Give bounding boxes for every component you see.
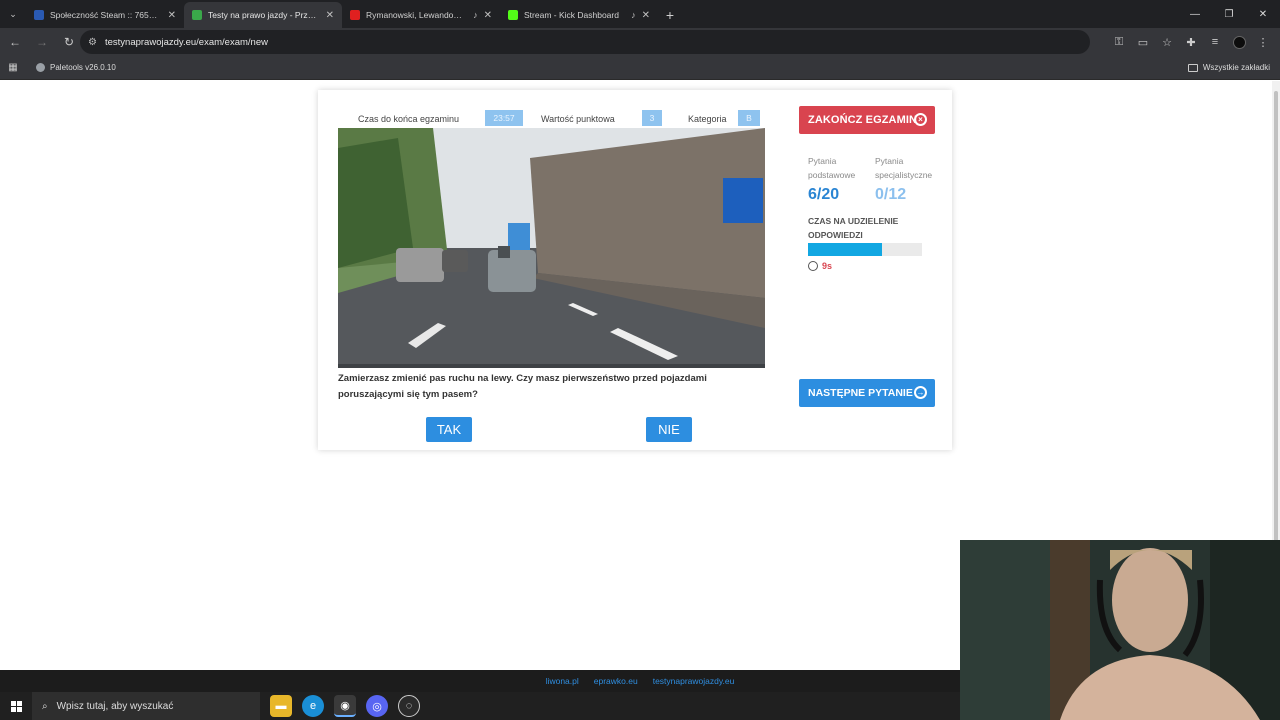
question-photo — [338, 128, 765, 368]
taskbar-search-placeholder: Wpisz tutaj, aby wyszukać — [56, 700, 174, 712]
road-scene-image — [338, 128, 765, 368]
file-explorer-icon[interactable]: ▬ — [270, 695, 292, 717]
tab-close-icon[interactable]: ✕ — [168, 10, 176, 21]
answer-seconds: 9s — [808, 261, 832, 271]
bookmarks-bar: ▦ Paletools v26.0.10 Wszystkie zakładki — [0, 56, 1280, 80]
footer-link[interactable]: eprawko.eu — [594, 676, 638, 686]
bookmark-star-icon[interactable]: ☆ — [1156, 31, 1178, 53]
tab-audio-icon[interactable]: ♪ — [631, 10, 636, 20]
browser-tab[interactable]: Rymanowski, Lewandowski ♪ ✕ — [342, 2, 500, 28]
browser-tab-bar: ⌄ Społeczność Steam :: 76561198 ✕ Testy na… — [0, 0, 1280, 28]
points-value: 3 — [642, 110, 662, 126]
edge-icon[interactable]: e — [302, 695, 324, 717]
extensions-icon[interactable]: ✚ — [1180, 31, 1202, 53]
next-question-label: NASTĘPNE PYTANIE — [808, 387, 913, 399]
url-text: testynaprawojazdy.eu/exam/exam/new — [104, 36, 268, 48]
all-bookmarks-button[interactable]: Wszystkie zakładki — [1187, 63, 1270, 72]
tab-audio-icon[interactable]: ♪ — [473, 10, 478, 20]
tab-favicon-icon — [508, 10, 518, 20]
category-label: Kategoria — [688, 114, 727, 124]
footer-link[interactable]: testynaprawojazdy.eu — [653, 676, 735, 686]
tab-search-button[interactable]: ⌄ — [0, 0, 26, 28]
webcam-overlay — [960, 540, 1280, 720]
basic-questions-label: Pytania podstawowe — [808, 156, 856, 180]
bookmark-label: Paletools v26.0.10 — [50, 63, 116, 72]
webcam-image — [960, 540, 1280, 720]
answer-time-progress — [808, 243, 922, 256]
forward-icon[interactable]: → — [30, 30, 54, 54]
answer-time-label: CZAS NA UDZIELENIE ODPOWIEDZI — [808, 216, 899, 240]
back-icon[interactable]: ← — [3, 30, 27, 54]
all-bookmarks-label: Wszystkie zakładki — [1202, 63, 1270, 72]
taskbar-search[interactable]: ⌕ Wpisz tutaj, aby wyszukać — [32, 692, 260, 720]
finish-exam-label: ZAKOŃCZ EGZAMIN — [808, 114, 918, 126]
tab-close-icon[interactable]: ✕ — [484, 10, 492, 21]
clock-icon — [808, 261, 818, 271]
yes-button[interactable]: TAK — [426, 417, 472, 442]
browser-toolbar: ← → ↻ ⚙ testynaprawojazdy.eu/exam/exam/n… — [0, 28, 1280, 56]
question-text: Zamierzasz zmienić pas ruchu na lewy. Cz… — [338, 373, 707, 400]
answer-seconds-value: 9s — [822, 261, 833, 271]
special-questions-label: Pytania specjalistyczne — [875, 156, 933, 180]
close-window-icon[interactable]: ✕ — [1246, 0, 1280, 28]
discord-icon[interactable]: ◎ — [366, 695, 388, 717]
tab-favicon-icon — [34, 10, 44, 20]
reload-icon[interactable]: ↻ — [57, 30, 81, 54]
restore-icon[interactable]: ❐ — [1212, 0, 1246, 28]
obs-icon[interactable]: ◌ — [398, 695, 420, 717]
minimize-icon[interactable]: — — [1178, 0, 1212, 28]
new-tab-button[interactable]: + — [658, 2, 682, 28]
menu-icon[interactable]: ⋮ — [1252, 31, 1274, 53]
special-questions-count: 0/12 — [875, 186, 907, 203]
browser-tab[interactable]: Testy na prawo jazdy - Przygoto ✕ — [184, 2, 342, 28]
answer-time-progress-fill — [808, 243, 883, 256]
tab-title: Społeczność Steam :: 76561198 — [50, 10, 162, 20]
tab-title: Stream - Kick Dashboard — [524, 10, 619, 20]
site-info-icon[interactable]: ⚙ — [88, 37, 97, 48]
apps-grid-icon[interactable]: ▦ — [0, 62, 26, 73]
footer-link[interactable]: liwona.pl — [546, 676, 579, 686]
next-question-button[interactable]: NASTĘPNE PYTANIE → — [799, 379, 935, 407]
time-remaining-label: Czas do końca egzaminu — [358, 114, 460, 124]
taskbar-apps: ▬ e ◉ ◎ ◌ — [270, 695, 420, 717]
media-control-icon[interactable]: ≡ — [1204, 31, 1226, 53]
tab-title: Rymanowski, Lewandowski — [366, 10, 468, 20]
tab-title: Testy na prawo jazdy - Przygoto — [208, 10, 320, 20]
arrow-right-circle-icon: → — [914, 386, 927, 399]
bookmark-paletools[interactable]: Paletools v26.0.10 — [36, 63, 116, 72]
windows-logo-icon — [10, 700, 22, 712]
start-button[interactable] — [0, 692, 32, 720]
tab-close-icon[interactable]: ✕ — [642, 10, 650, 21]
finish-exam-button[interactable]: ZAKOŃCZ EGZAMIN × — [799, 106, 935, 134]
address-bar[interactable]: ⚙ testynaprawojazdy.eu/exam/exam/new — [80, 30, 1090, 54]
time-remaining-value: 23:57 — [485, 110, 523, 126]
password-key-icon[interactable]: ⚿ — [1108, 31, 1130, 53]
exam-card: Czas do końca egzaminu 23:57 Wartość pun… — [318, 90, 952, 450]
points-label: Wartość punktowa — [541, 114, 615, 124]
chrome-icon[interactable]: ◉ — [334, 695, 356, 717]
tab-close-icon[interactable]: ✕ — [326, 10, 334, 21]
window-controls: — ❐ ✕ — [1178, 0, 1280, 28]
browser-tab[interactable]: Społeczność Steam :: 76561198 ✕ — [26, 2, 184, 28]
close-circle-icon: × — [914, 113, 927, 126]
basic-questions-count: 6/20 — [808, 186, 840, 203]
search-icon: ⌕ — [42, 700, 48, 712]
folder-icon — [1187, 63, 1198, 72]
toolbar-actions: ⚿ ▭ ☆ ✚ ≡ ⋮ — [1108, 30, 1274, 54]
tab-strip: Społeczność Steam :: 76561198 ✕ Testy na p… — [26, 2, 658, 28]
globe-icon — [36, 63, 45, 72]
tab-favicon-icon — [192, 10, 202, 20]
profile-avatar[interactable] — [1228, 31, 1250, 53]
no-button[interactable]: NIE — [646, 417, 692, 442]
category-value: B — [738, 110, 760, 126]
cast-icon[interactable]: ▭ — [1132, 31, 1154, 53]
browser-tab[interactable]: Stream - Kick Dashboard ♪ ✕ — [500, 2, 658, 28]
tab-favicon-icon — [350, 10, 360, 20]
